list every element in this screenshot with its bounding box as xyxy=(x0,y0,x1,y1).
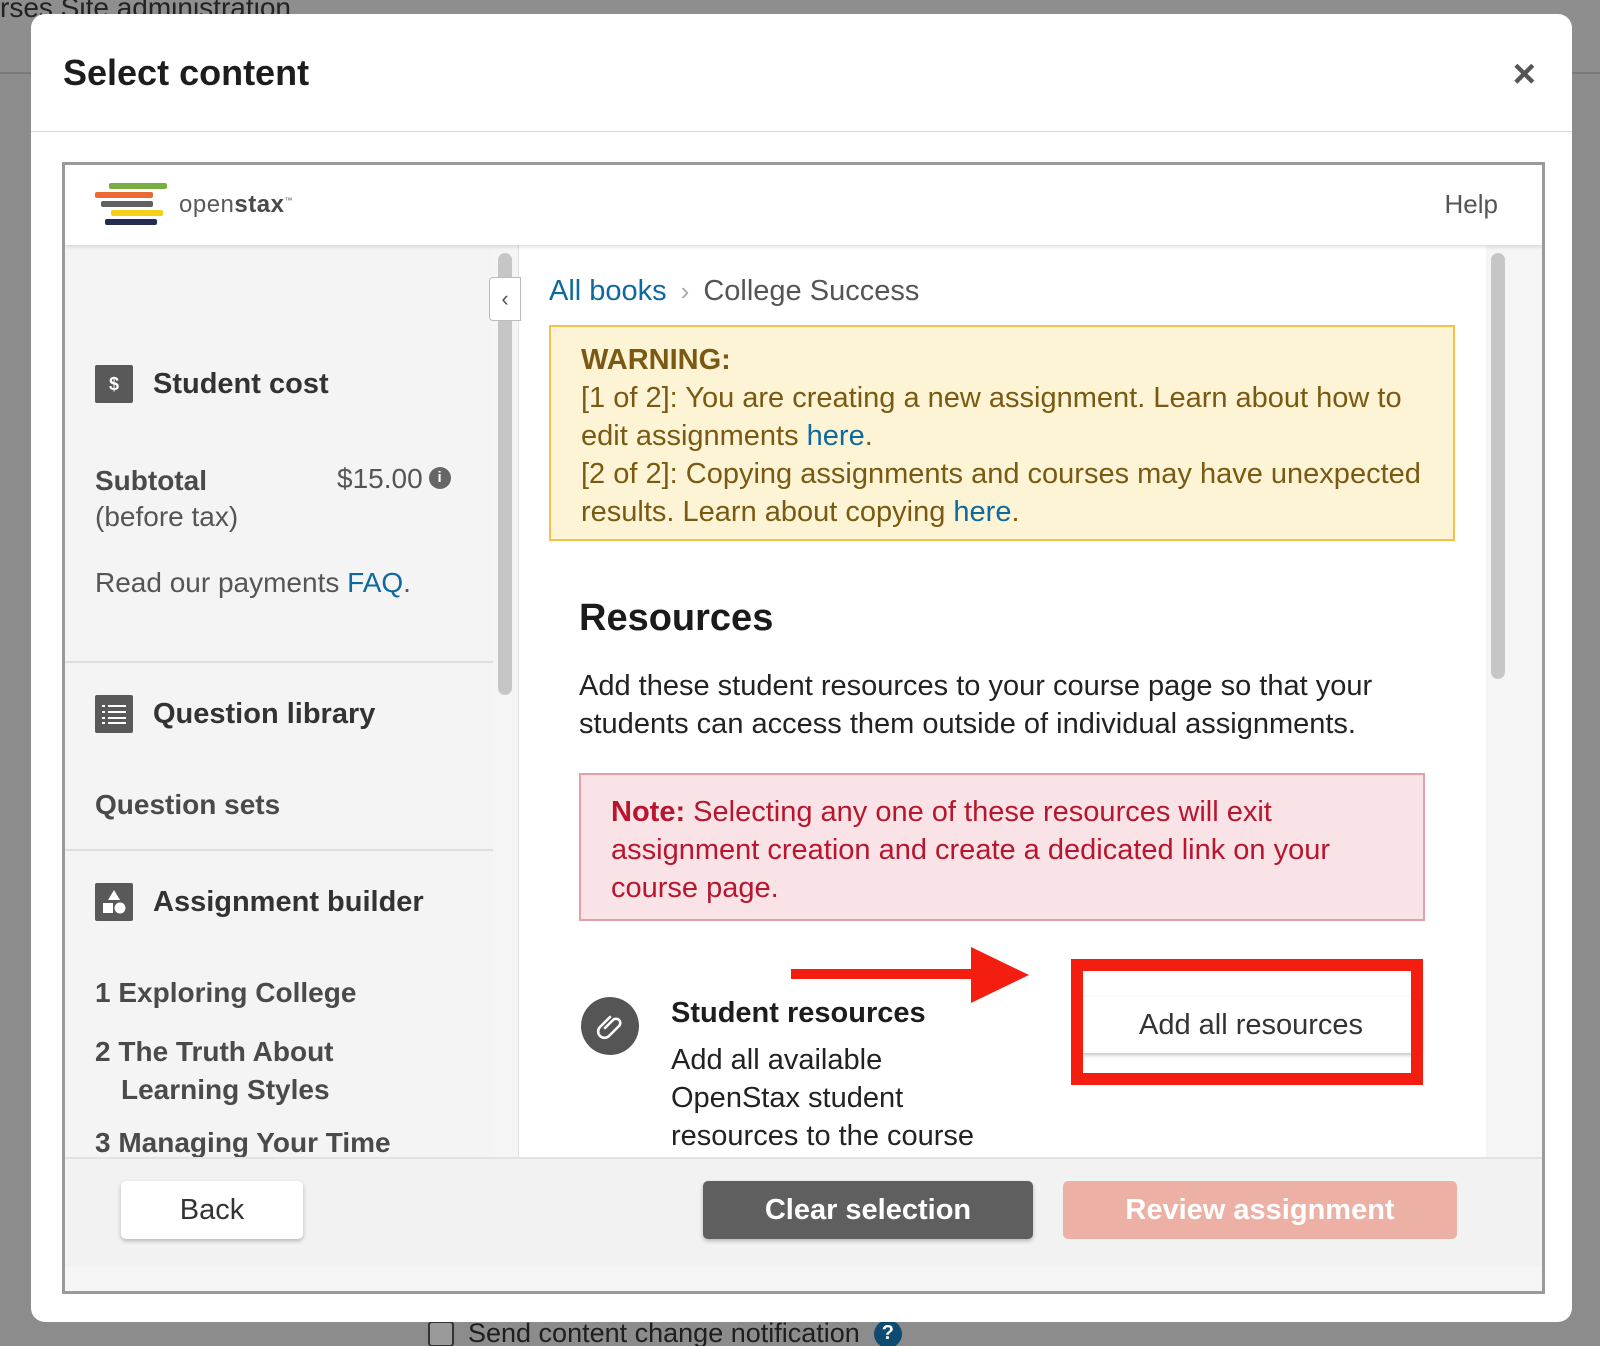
back-button[interactable]: Back xyxy=(121,1181,303,1239)
annotation-arrow-icon xyxy=(971,947,1029,1003)
copying-link[interactable]: here xyxy=(953,496,1011,528)
student-cost-section: $ Student cost xyxy=(95,365,329,403)
list-icon xyxy=(95,695,133,733)
student-cost-heading: Student cost xyxy=(153,367,329,400)
faq-prefix: Read our payments xyxy=(95,567,348,598)
assignment-builder-heading: Assignment builder xyxy=(153,885,424,918)
chapter-title-line2: Learning Styles xyxy=(121,1074,330,1105)
main-content: All books › College Success WARNING: [1 … xyxy=(518,245,1486,1157)
sidebar-item-question-sets[interactable]: Question sets xyxy=(95,789,280,821)
sidebar-divider xyxy=(65,661,493,663)
subtotal-amount: $15.00 xyxy=(337,463,423,494)
openstax-frame: openstax™ Help $ Student cost Subtotal (… xyxy=(62,162,1545,1294)
sidebar-divider xyxy=(65,849,493,851)
faq-link[interactable]: FAQ xyxy=(347,567,403,598)
chapter-number: 3 xyxy=(95,1127,111,1157)
chapter-number: 1 xyxy=(95,977,111,1008)
sidebar-item-chapter-3[interactable]: 3 Managing Your Time xyxy=(95,1127,391,1157)
shapes-icon xyxy=(95,883,133,921)
select-content-modal: Select content × openstax™ Help $ Studen… xyxy=(31,14,1572,1322)
chapter-title: Managing Your Time xyxy=(118,1127,391,1157)
subtotal-value: $15.00 i xyxy=(337,463,451,495)
question-library-section[interactable]: Question library xyxy=(95,695,375,733)
openstax-header: openstax™ Help xyxy=(65,165,1542,245)
payments-faq-text: Read our payments FAQ. xyxy=(95,567,411,599)
openstax-wordmark: openstax™ xyxy=(179,191,293,219)
add-all-resources-button[interactable]: Add all resources xyxy=(1081,997,1422,1053)
info-icon[interactable]: i xyxy=(428,466,451,489)
chapter-number: 2 xyxy=(95,1036,111,1067)
warning-end: . xyxy=(1011,496,1020,528)
breadcrumb-current: College Success xyxy=(703,275,920,307)
faq-suffix: . xyxy=(403,567,411,598)
resources-description: Add these student resources to your cour… xyxy=(579,670,1373,740)
breadcrumb-all-books[interactable]: All books xyxy=(549,275,667,308)
help-circle-icon[interactable]: ? xyxy=(873,1319,902,1346)
assignment-builder-section[interactable]: Assignment builder xyxy=(95,883,424,921)
modal-header: Select content × xyxy=(31,14,1572,132)
notification-label: Send content change notification xyxy=(468,1318,860,1346)
note-label: Note: xyxy=(611,796,686,828)
warning-banner: WARNING: [1 of 2]: You are creating a ne… xyxy=(549,325,1455,541)
note-text: Selecting any one of these resources wil… xyxy=(611,796,1330,904)
clear-selection-button[interactable]: Clear selection xyxy=(703,1181,1033,1239)
student-resources-description: Add all available OpenStax student resou… xyxy=(671,1044,975,1152)
warning-line-2: [2 of 2]: Copying assignments and course… xyxy=(581,455,1423,531)
brand-light: open xyxy=(179,191,235,218)
subtotal-label: Subtotal xyxy=(95,465,207,496)
dollar-icon: $ xyxy=(95,365,133,403)
background-notification-option: Send content change notification ? xyxy=(428,1318,902,1346)
warning-end: . xyxy=(864,420,873,452)
sidebar: $ Student cost Subtotal (before tax) $15… xyxy=(65,245,493,1157)
chapter-title: Exploring College xyxy=(118,977,357,1008)
question-library-heading: Question library xyxy=(153,697,376,730)
trademark: ™ xyxy=(284,196,293,205)
resources-title: Resources xyxy=(579,597,774,639)
student-resources-title: Student resources xyxy=(671,997,926,1029)
chapter-title: The Truth About xyxy=(118,1036,334,1067)
review-assignment-button[interactable]: Review assignment xyxy=(1063,1181,1457,1239)
brand-bold: stax xyxy=(234,191,285,218)
warning-text: [1 of 2]: You are creating a new assignm… xyxy=(581,382,1402,452)
warning-line-1: [1 of 2]: You are creating a new assignm… xyxy=(581,379,1423,455)
chevron-right-icon: › xyxy=(680,276,690,306)
notification-checkbox[interactable] xyxy=(428,1320,454,1346)
sidebar-item-chapter-2[interactable]: 2 The Truth About Learning Styles xyxy=(95,1033,334,1109)
close-icon[interactable]: × xyxy=(1513,54,1536,94)
breadcrumb: All books › College Success xyxy=(549,275,919,308)
paperclip-icon xyxy=(569,985,651,1067)
note-banner: Note: Selecting any one of these resourc… xyxy=(579,773,1425,921)
edit-assignments-link[interactable]: here xyxy=(807,420,865,452)
subtotal-note: (before tax) xyxy=(95,501,239,532)
collapse-sidebar-chevron-icon[interactable]: ‹ xyxy=(489,277,521,321)
help-link[interactable]: Help xyxy=(1445,189,1498,220)
main-scrollbar[interactable] xyxy=(1491,253,1505,679)
sidebar-item-chapter-1[interactable]: 1 Exploring College xyxy=(95,977,356,1009)
annotation-arrow-shaft xyxy=(791,969,977,979)
warning-title: WARNING: xyxy=(581,344,731,376)
openstax-logo-icon xyxy=(95,183,171,231)
modal-title: Select content xyxy=(63,52,310,93)
modal-footer: Back Clear selection Review assignment xyxy=(65,1157,1542,1267)
